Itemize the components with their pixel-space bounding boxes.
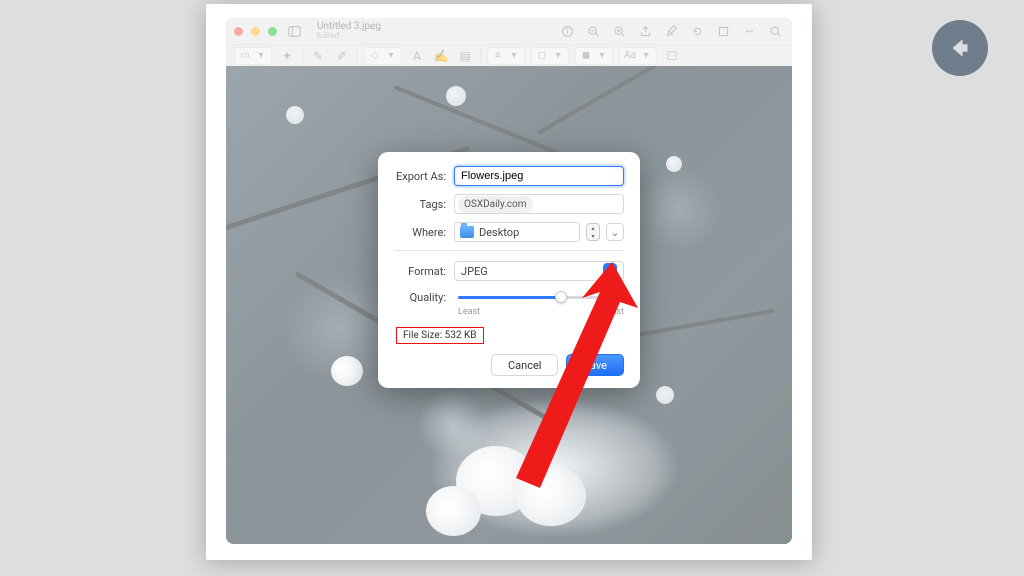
select-chevrons-icon	[603, 263, 617, 279]
chevron-down-icon[interactable]: ▾	[639, 49, 653, 63]
window-title: Untitled 3.jpeg Edited	[317, 22, 381, 40]
sidebar-toggle-icon[interactable]	[285, 22, 303, 40]
where-select[interactable]: Desktop	[454, 222, 580, 242]
format-select[interactable]: JPEG	[454, 261, 624, 281]
share-icon[interactable]	[636, 22, 654, 40]
file-size-readout: File Size: 532 KB	[396, 327, 484, 344]
sign-tool-icon[interactable]: ✍	[432, 47, 450, 65]
export-dialog: Export As: Tags: OSXDaily.com Where: Des…	[378, 152, 640, 388]
line-weight-icon[interactable]: ≡	[491, 49, 505, 63]
info-icon[interactable]	[558, 22, 576, 40]
format-value: JPEG	[461, 265, 488, 278]
close-window-icon[interactable]	[234, 27, 243, 36]
lasso-tool-icon[interactable]: ✦	[278, 47, 296, 65]
tag-token[interactable]: OSXDaily.com	[458, 196, 533, 213]
rotate-icon[interactable]	[688, 22, 706, 40]
sketch-tool-icon[interactable]: ✎	[309, 47, 327, 65]
draw-tool-icon[interactable]: ✐	[333, 47, 351, 65]
chevron-down-icon[interactable]: ▾	[507, 49, 521, 63]
minimize-window-icon[interactable]	[251, 27, 260, 36]
cancel-button[interactable]: Cancel	[491, 354, 558, 376]
expand-save-panel-button[interactable]: ⌄	[606, 223, 624, 241]
quality-label: Quality:	[394, 291, 454, 304]
screenshot-board: Untitled 3.jpeg Edited ▭▾ ✦ ✎ ✐ ◇▾ A ✍	[206, 4, 812, 560]
tags-label: Tags:	[394, 198, 454, 211]
chevron-down-icon[interactable]: ▾	[384, 49, 398, 63]
chevron-down-icon[interactable]: ▾	[551, 49, 565, 63]
where-value: Desktop	[479, 226, 519, 239]
quality-slider[interactable]	[458, 289, 624, 305]
text-tool-icon[interactable]: A	[408, 47, 426, 65]
save-button[interactable]: Save	[566, 354, 624, 376]
chevron-down-icon[interactable]: ▾	[254, 49, 268, 63]
zoom-window-icon[interactable]	[268, 27, 277, 36]
export-as-label: Export As:	[394, 170, 454, 183]
window-edited-status: Edited	[317, 32, 381, 40]
quality-least-label: Least	[458, 307, 480, 317]
edit-icon[interactable]	[740, 22, 758, 40]
zoom-in-icon[interactable]	[610, 22, 628, 40]
annotate-tool-icon[interactable]: ☐	[663, 47, 681, 65]
export-as-input[interactable]	[454, 166, 624, 186]
chevron-down-icon[interactable]: ▾	[595, 49, 609, 63]
crop-icon[interactable]	[714, 22, 732, 40]
selection-tool-icon[interactable]: ▭	[238, 49, 252, 63]
markup-icon[interactable]	[662, 22, 680, 40]
where-label: Where:	[394, 226, 454, 239]
tags-input[interactable]: OSXDaily.com	[454, 194, 624, 214]
fill-color-icon[interactable]: ◼	[579, 49, 593, 63]
format-label: Format:	[394, 265, 454, 278]
site-logo	[932, 20, 988, 76]
preview-app-window: Untitled 3.jpeg Edited ▭▾ ✦ ✎ ✐ ◇▾ A ✍	[226, 18, 792, 544]
font-tool-icon[interactable]: Aa	[623, 49, 637, 63]
window-titlebar: Untitled 3.jpeg Edited	[226, 18, 792, 44]
quality-best-label: Best	[606, 307, 624, 317]
search-icon[interactable]	[766, 22, 784, 40]
folder-icon	[460, 226, 474, 238]
shapes-tool-icon[interactable]: ◇	[368, 49, 382, 63]
zoom-out-icon[interactable]	[584, 22, 602, 40]
note-tool-icon[interactable]: ▤	[456, 47, 474, 65]
where-stepper[interactable]: ▴▾	[586, 223, 600, 241]
stroke-color-icon[interactable]: ◻	[535, 49, 549, 63]
markup-toolbar: ▭▾ ✦ ✎ ✐ ◇▾ A ✍ ▤ ≡▾ ◻▾ ◼▾ Aa▾ ☐	[226, 44, 792, 66]
